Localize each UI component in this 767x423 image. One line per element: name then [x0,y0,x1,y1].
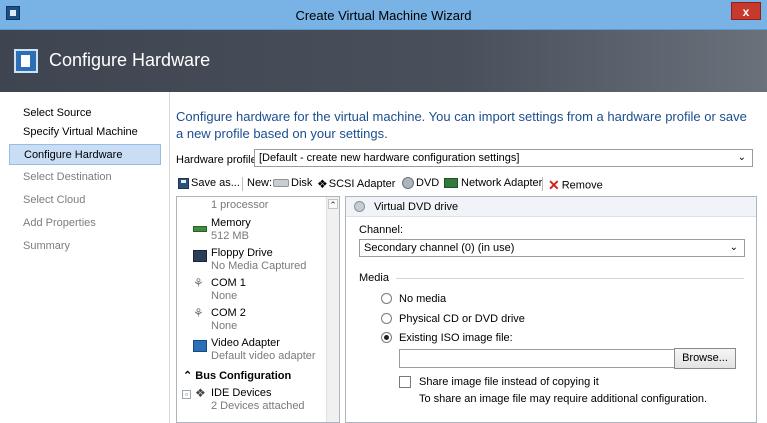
nav-item-configure-hardware[interactable]: Configure Hardware [9,144,161,165]
nav-item-summary: Summary [23,240,71,252]
hardware-item-com1[interactable]: ⚘ COM 1 None [177,275,327,305]
nav-item-add-properties: Add Properties [23,217,96,229]
save-as-button[interactable]: Save as... [178,177,240,189]
channel-label: Channel: [359,224,404,236]
channel-value: Secondary channel (0) (in use) [364,242,515,254]
hardware-item-ide-devices[interactable]: ▫ ❖ IDE Devices 2 Devices attached [177,385,327,415]
dvd-icon [402,177,414,190]
save-icon [178,177,189,189]
memory-icon [193,226,207,232]
disk-icon [273,179,289,188]
hardware-profile-select[interactable]: [Default - create new hardware configura… [254,149,753,167]
iso-path-input[interactable] [399,349,675,368]
existing-iso-radio[interactable] [381,332,392,343]
scsi-adapter-icon: ❖ [317,177,328,191]
new-network-adapter-button[interactable]: Network Adapter [444,177,542,189]
details-title: Virtual DVD drive [374,201,459,213]
channel-select[interactable]: Secondary channel (0) (in use) ⌄ [359,239,745,257]
hardware-toolbar: Save as... New: Disk ❖SCSI Adapter DVD N… [176,174,756,194]
processor-detail: 1 processor [211,199,269,211]
hardware-item-video-adapter[interactable]: Video Adapter Default video adapter [177,335,327,365]
physical-drive-label: Physical CD or DVD drive [399,313,525,325]
page-title: Configure Hardware [49,50,211,70]
physical-drive-radio[interactable] [381,313,392,324]
bus-configuration-header[interactable]: ⌃ Bus Configuration [183,369,291,382]
ide-devices-icon: ❖ [195,386,206,400]
dvd-drive-icon [354,201,365,212]
main-content: Configure hardware for the virtual machi… [170,92,767,423]
collapse-icon: ⌃ [183,370,193,382]
no-media-radio[interactable] [381,293,392,304]
hardware-profile-value: [Default - create new hardware configura… [259,152,520,164]
new-disk-button[interactable]: Disk [273,177,312,189]
nav-item-select-cloud: Select Cloud [23,194,86,206]
toolbar-divider [242,177,243,191]
chevron-down-icon: ⌄ [737,152,746,163]
existing-iso-label: Existing ISO image file: [399,332,513,344]
new-scsi-adapter-button[interactable]: ❖SCSI Adapter [317,177,395,191]
window-title: Create Virtual Machine Wizard [295,8,472,23]
hardware-item-floppy-drive[interactable]: Floppy Drive No Media Captured [177,245,327,275]
hardware-item-memory[interactable]: Memory 512 MB [177,215,327,245]
no-media-label: No media [399,293,447,305]
hardware-profile-label: Hardware profile: [176,154,260,166]
share-image-checkbox[interactable] [399,376,411,388]
hardware-list-scrollbar[interactable]: ⌃ [326,197,339,422]
share-image-label: Share image file instead of copying it [419,376,599,388]
close-button[interactable]: x [731,2,761,20]
title-bar: Create Virtual Machine Wizard x [0,0,767,30]
browse-button[interactable]: Browse... [674,348,736,369]
new-label: New: [247,177,273,189]
com-port-icon: ⚘ [193,306,204,320]
remove-button[interactable]: ✕ Remove [548,177,603,194]
wizard-header: Configure Hardware [0,30,767,92]
network-adapter-icon [444,178,458,189]
details-header: Virtual DVD drive [346,197,756,217]
video-adapter-icon [193,340,207,352]
com-port-icon: ⚘ [193,276,204,290]
new-dvd-button[interactable]: DVD [402,177,439,190]
nav-item-select-destination: Select Destination [23,171,112,183]
wizard-nav: Select Source Specify Virtual Machine Id… [0,92,170,423]
media-divider [396,278,744,279]
share-image-note: To share an image file may require addit… [419,393,707,405]
intro-text: Configure hardware for the virtual machi… [176,109,747,141]
configure-hardware-icon [14,49,38,73]
hardware-list: 1 processor Memory 512 MB Floppy Drive N… [176,196,340,423]
scroll-up-icon[interactable]: ⌃ [328,199,338,210]
dvd-details-panel: Virtual DVD drive Channel: Secondary cha… [345,196,757,423]
expand-icon[interactable]: ▫ [182,390,191,399]
media-label: Media [359,272,389,284]
chevron-down-icon: ⌄ [729,242,738,253]
nav-item-select-source[interactable]: Select Source [9,103,161,124]
toolbar-divider [542,177,543,191]
remove-icon: ✕ [548,177,560,193]
floppy-icon [193,250,207,262]
hardware-item-com2[interactable]: ⚘ COM 2 None [177,305,327,335]
nav-item-specify-identity[interactable]: Specify Virtual Machine Identity [9,122,161,159]
